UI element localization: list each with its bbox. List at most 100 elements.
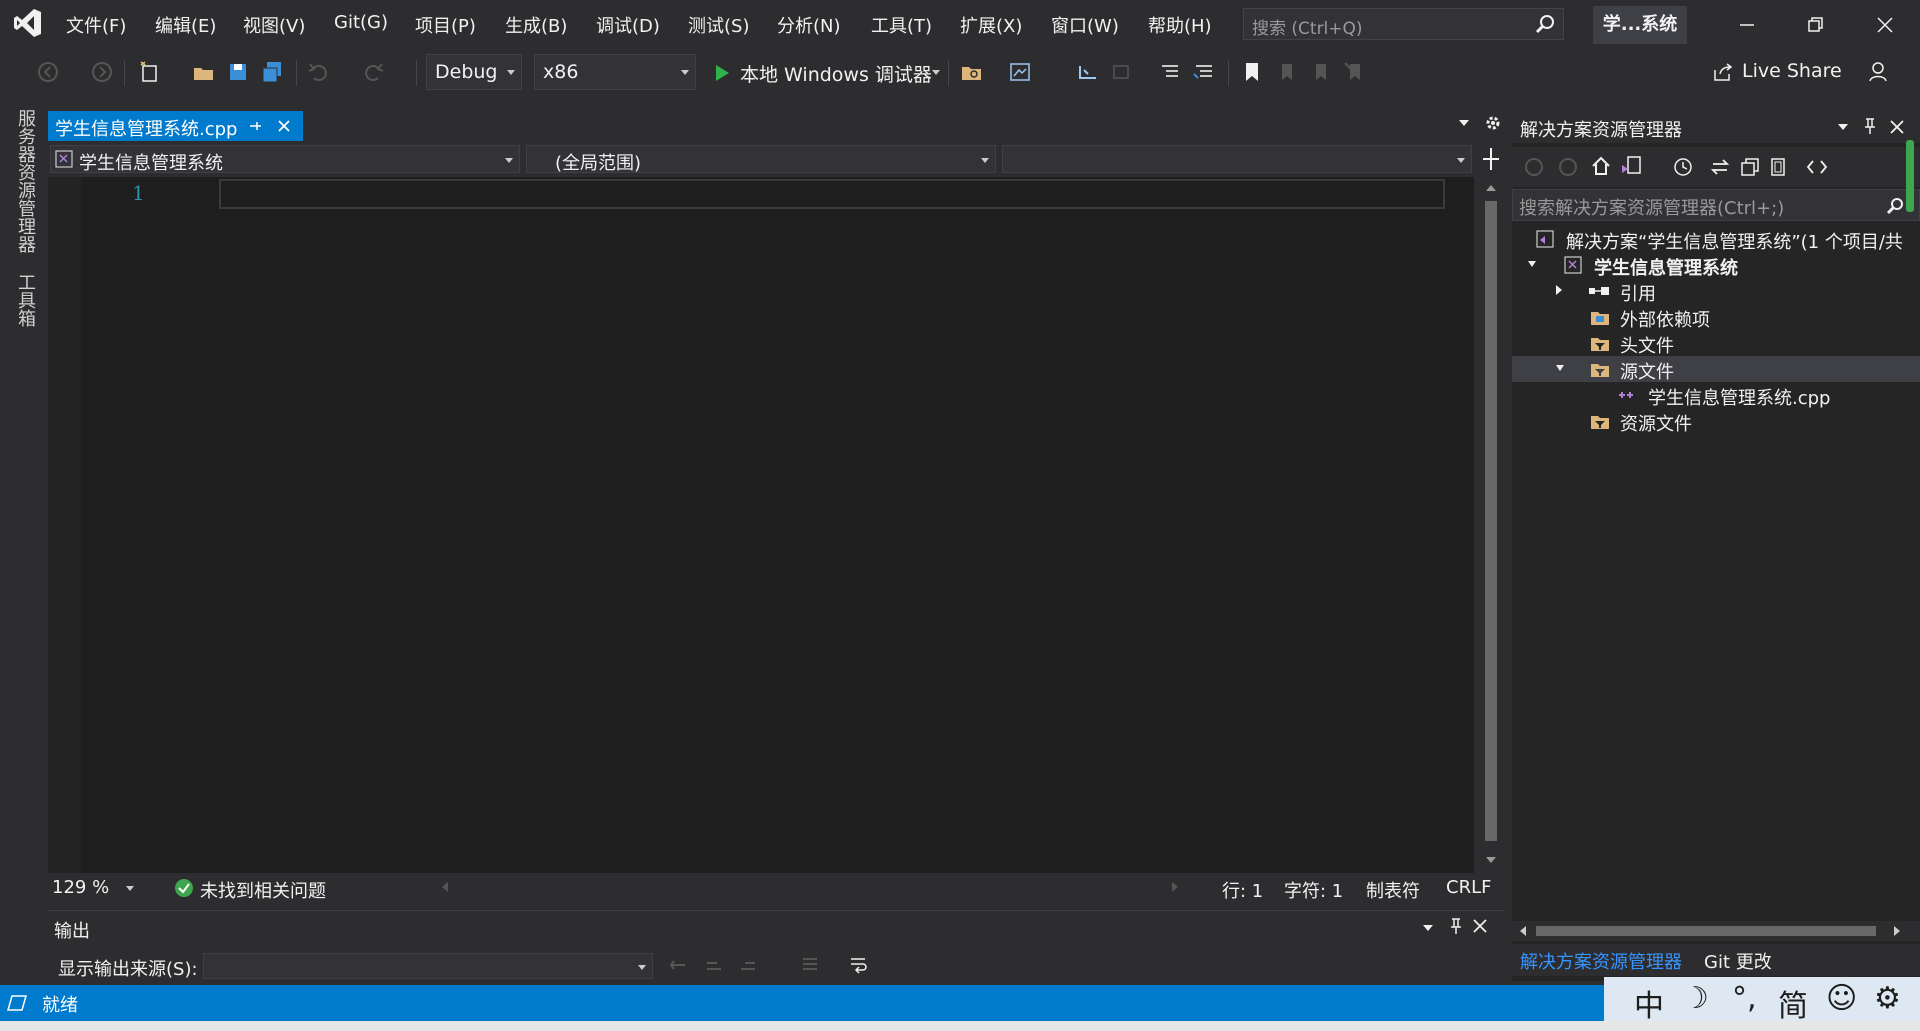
scroll-left-icon[interactable] (1520, 926, 1526, 936)
close-icon[interactable] (1472, 918, 1488, 934)
chevron-down-icon[interactable] (126, 886, 134, 891)
split-editor-icon[interactable] (1478, 145, 1504, 173)
forward-icon[interactable] (1558, 157, 1578, 177)
issues-status[interactable]: 未找到相关问题 (200, 877, 326, 903)
ime-simplified[interactable]: 简 (1778, 981, 1808, 1025)
project-dropdown[interactable]: 学生信息管理系统 (50, 145, 520, 174)
pin-icon[interactable] (248, 119, 262, 133)
menu-analyze[interactable]: 分析(N) (777, 12, 841, 38)
editor-vertical-scrollbar[interactable] (1478, 177, 1504, 873)
scroll-right-icon[interactable] (1894, 926, 1900, 936)
solution-horizontal-scrollbar[interactable] (1512, 921, 1920, 941)
start-debugging-button[interactable]: 本地 Windows 调试器 (710, 54, 944, 90)
settings-icon[interactable]: ⚙ (1874, 981, 1901, 1016)
collapsed-arrow-icon[interactable] (1556, 285, 1562, 295)
bookmark-icon[interactable] (1240, 60, 1264, 84)
line-indicator[interactable]: 行: 1 (1222, 877, 1263, 903)
pin-icon[interactable] (1862, 117, 1878, 135)
scroll-right-icon[interactable] (1172, 882, 1178, 892)
scrollbar-thumb[interactable] (1536, 926, 1876, 936)
restore-icon[interactable] (1801, 10, 1831, 40)
close-icon[interactable] (1889, 119, 1905, 135)
code-editor[interactable]: 1 (48, 177, 1474, 873)
member-dropdown[interactable] (1002, 145, 1472, 173)
menu-test[interactable]: 测试(S) (688, 12, 749, 38)
open-folder-icon[interactable] (192, 60, 216, 84)
tree-item-references[interactable]: 引用 (1512, 278, 1920, 305)
prev-bookmark-icon[interactable] (1274, 60, 1298, 84)
tree-item-external-deps[interactable]: 外部依赖项 (1512, 304, 1920, 331)
zoom-level[interactable]: 129 % (52, 877, 109, 898)
close-icon[interactable] (1870, 10, 1900, 40)
punctuation-icon[interactable]: °, (1732, 981, 1757, 1016)
comment-out-icon[interactable] (1158, 60, 1182, 84)
menu-help[interactable]: 帮助(H) (1148, 12, 1212, 38)
clear-bookmarks-icon[interactable] (1342, 60, 1366, 84)
gear-icon[interactable] (1484, 114, 1502, 132)
next-message-icon[interactable] (738, 955, 758, 975)
scroll-down-icon[interactable] (1486, 857, 1496, 863)
find-message-icon[interactable] (668, 955, 688, 975)
panel-menu-icon[interactable] (1838, 124, 1848, 130)
sync-icon[interactable] (1710, 157, 1730, 177)
show-all-files-icon[interactable] (1768, 157, 1788, 177)
tree-item-header-files[interactable]: 头文件 (1512, 330, 1920, 357)
tree-item-resource-files[interactable]: 资源文件 (1512, 408, 1920, 435)
menu-project[interactable]: 项目(P) (415, 12, 476, 38)
live-share-button[interactable]: Live Share (1710, 56, 1890, 88)
search-input[interactable]: 搜索 (Ctrl+Q) (1243, 8, 1564, 40)
server-explorer-tab[interactable]: 服务器资源管理器 (12, 109, 38, 253)
scrollbar-thumb[interactable] (1485, 201, 1497, 841)
scroll-left-icon[interactable] (442, 882, 448, 892)
solution-search-input[interactable]: 搜索解决方案资源管理器(Ctrl+;) (1512, 189, 1920, 221)
solution-config-select[interactable]: Debug (426, 54, 522, 90)
tree-item-cpp-file[interactable]: 学生信息管理系统.cpp (1512, 382, 1920, 409)
close-tab-icon[interactable] (276, 118, 292, 134)
switch-views-icon[interactable] (1620, 155, 1642, 177)
menu-build[interactable]: 生成(B) (505, 12, 567, 38)
document-tab[interactable]: 学生信息管理系统.cpp (48, 111, 303, 141)
clear-all-icon[interactable] (800, 955, 820, 975)
step-into-icon[interactable] (1076, 60, 1100, 84)
collapse-all-icon[interactable] (1740, 157, 1760, 177)
output-source-select[interactable] (203, 953, 653, 979)
find-in-files-icon[interactable] (960, 60, 984, 84)
menu-git[interactable]: Git(G) (334, 12, 388, 38)
tab-git-changes[interactable]: Git 更改 (1704, 948, 1772, 974)
pin-icon[interactable] (1448, 917, 1464, 935)
uncomment-icon[interactable] (1192, 60, 1216, 84)
tab-mode-indicator[interactable]: 制表符 (1366, 877, 1420, 903)
back-icon[interactable] (36, 60, 60, 84)
new-project-icon[interactable] (138, 60, 162, 84)
ime-mode[interactable]: 中 (1634, 981, 1664, 1025)
menu-window[interactable]: 窗口(W) (1051, 12, 1119, 38)
menu-extensions[interactable]: 扩展(X) (960, 12, 1022, 38)
minimize-icon[interactable] (1732, 10, 1762, 40)
scrollbar-thumb[interactable] (1906, 140, 1914, 212)
pending-changes-icon[interactable] (1672, 155, 1694, 177)
redo-icon[interactable] (362, 60, 386, 84)
back-icon[interactable] (1524, 157, 1544, 177)
visual-studio-logo-icon[interactable] (14, 8, 42, 38)
forward-icon[interactable] (90, 60, 114, 84)
prev-message-icon[interactable] (704, 955, 724, 975)
emoji-icon[interactable]: ☺ (1826, 981, 1857, 1016)
platform-select[interactable]: x86 (534, 54, 696, 90)
step-over-icon[interactable] (1110, 60, 1134, 84)
scope-dropdown[interactable]: (全局范围) (526, 145, 996, 174)
tab-solution-explorer[interactable]: 解决方案资源管理器 (1520, 948, 1682, 974)
home-icon[interactable] (1590, 155, 1612, 177)
char-indicator[interactable]: 字符: 1 (1284, 877, 1343, 903)
menu-tools[interactable]: 工具(T) (871, 12, 932, 38)
undo-icon[interactable] (306, 60, 330, 84)
tree-item-project[interactable]: 学生信息管理系统 (1512, 252, 1920, 279)
tree-item-solution[interactable]: 解决方案“学生信息管理系统”(1 个项目/共 (1512, 226, 1920, 253)
browser-link-icon[interactable] (1008, 60, 1032, 84)
toolbox-tab[interactable]: 工具箱 (12, 273, 38, 327)
panel-menu-icon[interactable] (1423, 925, 1433, 931)
view-code-icon[interactable] (1806, 157, 1828, 177)
expanded-arrow-icon[interactable] (1556, 365, 1564, 371)
menu-edit[interactable]: 编辑(E) (155, 12, 216, 38)
tree-item-source-files[interactable]: 源文件 (1512, 356, 1920, 383)
expanded-arrow-icon[interactable] (1528, 261, 1536, 267)
